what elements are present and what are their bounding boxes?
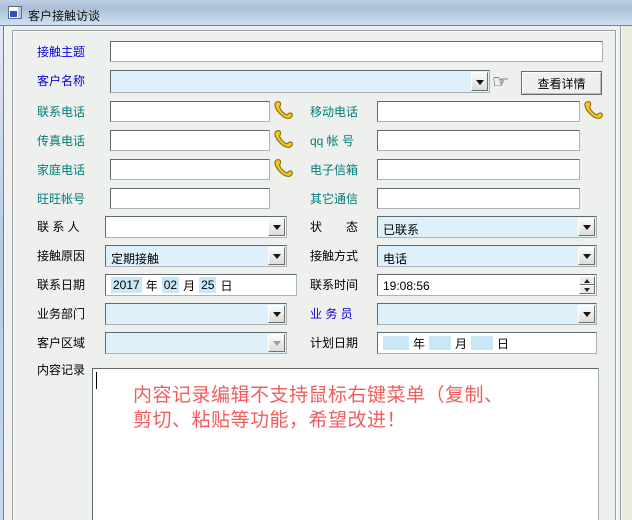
chevron-down-icon bbox=[268, 334, 285, 352]
email-label: 电子信箱 bbox=[310, 163, 358, 177]
contact-reason-value: 定期接触 bbox=[111, 250, 159, 267]
window-icon bbox=[8, 6, 22, 19]
contact-time-label: 联系时间 bbox=[310, 278, 358, 292]
region-label: 客户区域 bbox=[37, 336, 85, 350]
subject-input[interactable] bbox=[110, 41, 603, 62]
contact-reason-combo[interactable]: 定期接触 bbox=[105, 245, 287, 267]
phone-icon[interactable] bbox=[582, 100, 604, 122]
contact-date-field[interactable]: 2017 年 02 月 25 日 bbox=[105, 274, 297, 296]
mobile-phone-input[interactable] bbox=[377, 101, 580, 122]
salesman-label: 业 务 员 bbox=[310, 307, 353, 321]
customer-combo[interactable] bbox=[110, 70, 490, 93]
customer-label: 客户名称 bbox=[37, 74, 85, 88]
customer-contact-dialog: 客户接触访谈 接触主题 客户名称 ☞ 查看详情 联系电话 移动电话 传真电话 q… bbox=[0, 0, 632, 520]
department-label: 业务部门 bbox=[37, 307, 85, 321]
fax-phone-label: 传真电话 bbox=[37, 134, 85, 148]
status-value: 已联系 bbox=[383, 221, 419, 238]
content-textarea[interactable]: 内容记录编辑不支持鼠标右键菜单（复制、 剪切、粘贴等功能，希望改进！ bbox=[92, 368, 599, 520]
window-title: 客户接触访谈 bbox=[28, 7, 100, 24]
titlebar: 客户接触访谈 bbox=[0, 0, 632, 26]
wangwang-label: 旺旺帐号 bbox=[37, 192, 85, 206]
chevron-down-icon[interactable] bbox=[268, 218, 285, 236]
plan-date-field[interactable]: 年 月 日 bbox=[377, 332, 597, 354]
plan-month-segment bbox=[429, 336, 451, 350]
subject-label: 接触主题 bbox=[37, 45, 85, 59]
chevron-down-icon[interactable] bbox=[578, 305, 595, 323]
content-note-line1: 内容记录编辑不支持鼠标右键菜单（复制、 bbox=[133, 385, 504, 407]
qq-input[interactable] bbox=[377, 130, 580, 151]
chevron-down-icon[interactable] bbox=[268, 247, 285, 265]
pointing-hand-icon[interactable]: ☞ bbox=[492, 73, 509, 92]
other-comm-input[interactable] bbox=[377, 188, 580, 209]
contact-phone-label: 联系电话 bbox=[37, 105, 85, 119]
date-month-segment: 02 bbox=[162, 277, 179, 293]
chevron-down-icon[interactable] bbox=[578, 218, 595, 236]
fax-phone-input[interactable] bbox=[110, 130, 270, 151]
contact-reason-label: 接触原因 bbox=[37, 249, 85, 263]
plan-month-unit: 月 bbox=[455, 335, 467, 352]
qq-label: qq 帐 号 bbox=[310, 134, 354, 148]
contact-time-field[interactable]: 19:08:56 bbox=[377, 274, 597, 296]
date-day-unit: 日 bbox=[220, 277, 232, 294]
wangwang-input[interactable] bbox=[110, 188, 270, 209]
chevron-down-icon[interactable] bbox=[578, 247, 595, 265]
contact-date-label: 联系日期 bbox=[37, 278, 85, 292]
spinner-up-icon[interactable] bbox=[579, 276, 595, 285]
content-note-line2: 剪切、粘贴等功能，希望改进！ bbox=[133, 410, 406, 432]
date-year-unit: 年 bbox=[146, 277, 158, 294]
contact-method-value: 电话 bbox=[383, 250, 407, 267]
plan-date-label: 计划日期 bbox=[310, 336, 358, 350]
plan-year-unit: 年 bbox=[413, 335, 425, 352]
contact-person-label: 联 系 人 bbox=[37, 220, 80, 234]
text-caret bbox=[96, 372, 97, 389]
contact-phone-input[interactable] bbox=[110, 101, 270, 122]
status-combo[interactable]: 已联系 bbox=[377, 216, 597, 238]
outer-background-right bbox=[621, 26, 632, 520]
contact-person-combo[interactable] bbox=[105, 216, 287, 238]
plan-day-unit: 日 bbox=[497, 335, 509, 352]
contact-time-value: 19:08:56 bbox=[383, 279, 430, 293]
date-year-segment: 2017 bbox=[111, 277, 142, 293]
chevron-down-icon[interactable] bbox=[471, 72, 488, 91]
contact-method-combo[interactable]: 电话 bbox=[377, 245, 597, 267]
home-phone-label: 家庭电话 bbox=[37, 163, 85, 177]
phone-icon[interactable] bbox=[272, 100, 294, 122]
view-detail-button[interactable]: 查看详情 bbox=[521, 71, 602, 95]
mobile-phone-label: 移动电话 bbox=[310, 105, 358, 119]
other-comm-label: 其它通信 bbox=[310, 192, 358, 206]
email-input[interactable] bbox=[377, 159, 580, 180]
home-phone-input[interactable] bbox=[110, 159, 270, 180]
plan-day-segment bbox=[471, 336, 493, 350]
region-combo[interactable] bbox=[105, 332, 287, 354]
phone-icon[interactable] bbox=[272, 129, 294, 151]
phone-icon[interactable] bbox=[272, 158, 294, 180]
content-label: 内容记录 bbox=[37, 363, 85, 377]
spinner-down-icon[interactable] bbox=[579, 285, 595, 294]
plan-year-segment bbox=[383, 336, 409, 350]
frame-highlight-left bbox=[4, 26, 5, 520]
date-month-unit: 月 bbox=[183, 277, 195, 294]
salesman-combo[interactable] bbox=[377, 303, 597, 325]
department-combo[interactable] bbox=[105, 303, 287, 325]
chevron-down-icon[interactable] bbox=[268, 305, 285, 323]
date-day-segment: 25 bbox=[199, 277, 216, 293]
contact-method-label: 接触方式 bbox=[310, 249, 358, 263]
status-label: 状 态 bbox=[310, 220, 358, 234]
